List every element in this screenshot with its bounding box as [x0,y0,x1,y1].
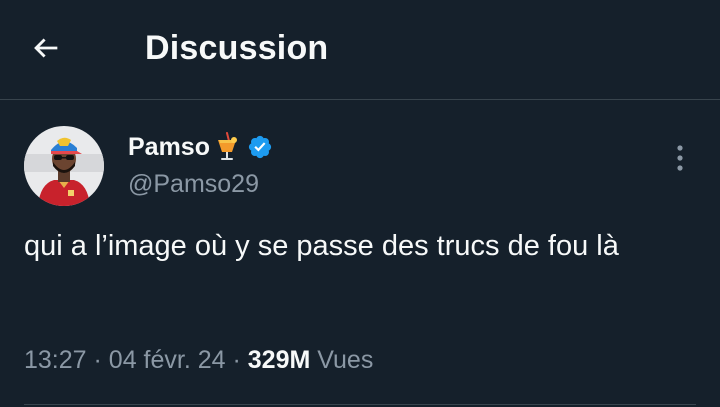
meta-separator: · [93,346,102,374]
views-count[interactable]: 329M [248,346,311,374]
tweet-date[interactable]: 04 févr. 24 [109,346,226,374]
tweet-meta: 13:27 · 04 févr. 24 · 329M Vues [24,343,373,377]
author-display-name[interactable]: Pamso [128,133,210,162]
header-bar: Discussion [0,0,720,100]
more-options-button[interactable] [664,140,696,176]
arrow-left-icon [29,31,63,65]
divider [24,404,696,405]
author-name-row: Pamso [128,130,273,164]
more-vertical-icon [676,144,684,172]
verified-badge-icon[interactable] [247,134,273,160]
views-label: Vues [317,346,374,374]
author-handle[interactable]: @Pamso29 [128,168,259,200]
tweet-time[interactable]: 13:27 [24,346,87,374]
tropical-drink-icon [213,132,241,162]
tweet-text: qui a l’image où y se passe des trucs de… [24,230,619,262]
page-title: Discussion [145,29,329,67]
meta-separator: · [232,346,241,374]
back-button[interactable] [22,24,70,72]
avatar[interactable] [24,126,104,206]
